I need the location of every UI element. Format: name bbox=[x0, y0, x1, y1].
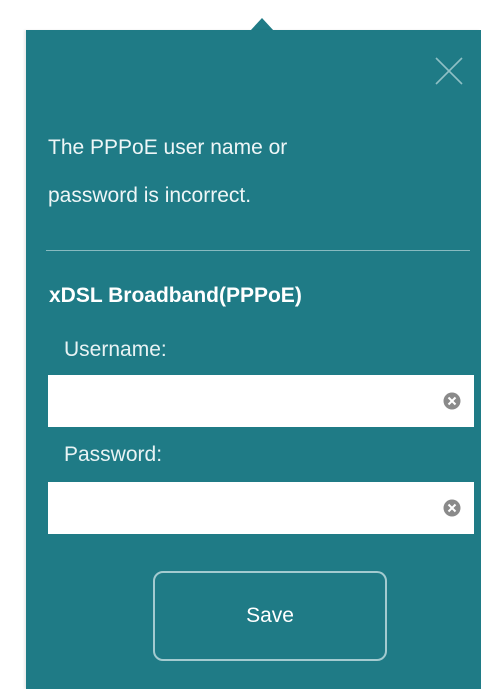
divider bbox=[46, 250, 470, 251]
close-icon bbox=[435, 57, 463, 85]
page: The PPPoE user name or password is incor… bbox=[0, 0, 481, 689]
section-title: xDSL Broadband(PPPoE) bbox=[49, 284, 302, 307]
username-input[interactable] bbox=[48, 375, 474, 427]
username-field-wrapper bbox=[48, 375, 474, 427]
username-label: Username: bbox=[64, 338, 167, 361]
username-clear-button[interactable] bbox=[442, 391, 462, 411]
close-button[interactable] bbox=[433, 55, 465, 87]
clear-icon bbox=[443, 499, 461, 517]
password-label: Password: bbox=[64, 443, 163, 466]
password-field-wrapper bbox=[48, 482, 474, 534]
clear-icon bbox=[443, 392, 461, 410]
password-input[interactable] bbox=[48, 482, 474, 534]
password-clear-button[interactable] bbox=[442, 498, 462, 518]
error-message-line-1: The PPPoE user name or bbox=[48, 136, 288, 159]
save-button[interactable]: Save bbox=[153, 571, 387, 661]
error-message-line-2: password is incorrect. bbox=[48, 184, 252, 207]
error-message: The PPPoE user name or password is incor… bbox=[48, 124, 428, 220]
save-button-label: Save bbox=[246, 604, 294, 627]
